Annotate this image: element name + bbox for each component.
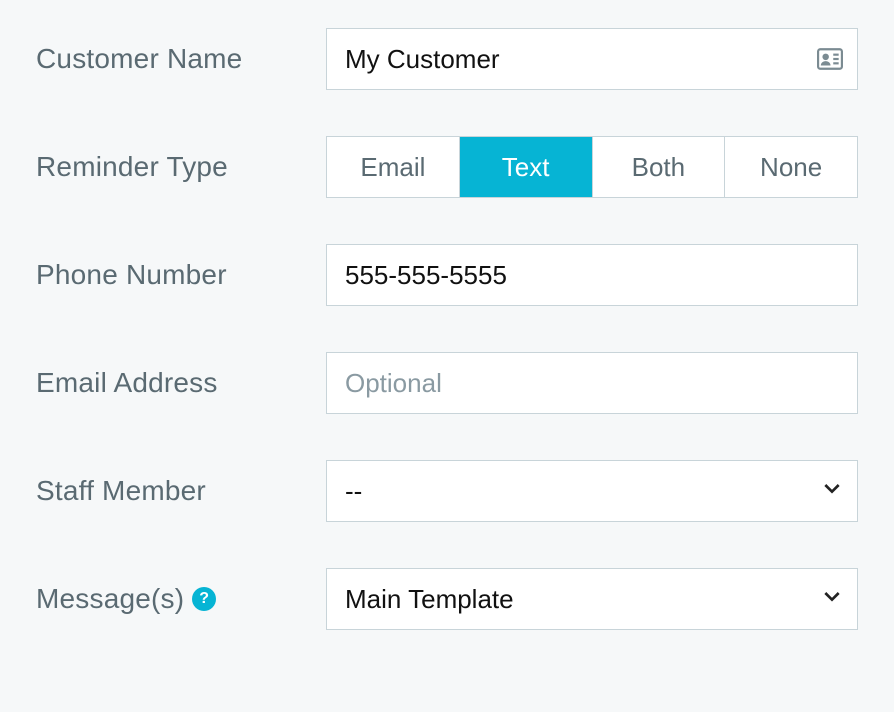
help-icon[interactable]: ? — [192, 587, 216, 611]
row-reminder-type: Reminder Type Email Text Both None — [36, 136, 858, 198]
control-customer-name — [326, 28, 858, 90]
row-email-address: Email Address — [36, 352, 858, 414]
label-messages-text: Message(s) — [36, 583, 184, 615]
label-phone-number: Phone Number — [36, 259, 326, 291]
reminder-type-none-button[interactable]: None — [725, 137, 857, 197]
messages-select[interactable]: Main Template — [326, 568, 858, 630]
reminder-type-text-button[interactable]: Text — [460, 137, 593, 197]
label-reminder-type: Reminder Type — [36, 151, 326, 183]
contact-card-icon[interactable] — [816, 47, 844, 71]
row-staff-member: Staff Member -- — [36, 460, 858, 522]
email-address-input[interactable] — [326, 352, 858, 414]
label-email-address: Email Address — [36, 367, 326, 399]
reminder-type-both-button[interactable]: Both — [593, 137, 726, 197]
phone-number-input[interactable] — [326, 244, 858, 306]
row-customer-name: Customer Name — [36, 28, 858, 90]
control-phone-number — [326, 244, 858, 306]
label-staff-member: Staff Member — [36, 475, 326, 507]
control-staff-member: -- — [326, 460, 858, 522]
form: Customer Name Reminder Type — [0, 0, 894, 686]
control-email-address — [326, 352, 858, 414]
control-reminder-type: Email Text Both None — [326, 136, 858, 198]
reminder-type-group: Email Text Both None — [326, 136, 858, 198]
label-messages: Message(s) ? — [36, 583, 326, 615]
row-messages: Message(s) ? Main Template — [36, 568, 858, 630]
reminder-type-email-button[interactable]: Email — [327, 137, 460, 197]
label-customer-name: Customer Name — [36, 43, 326, 75]
messages-select-wrap: Main Template — [326, 568, 858, 630]
control-messages: Main Template — [326, 568, 858, 630]
staff-member-select-wrap: -- — [326, 460, 858, 522]
customer-name-input-wrap — [326, 28, 858, 90]
staff-member-select[interactable]: -- — [326, 460, 858, 522]
customer-name-input[interactable] — [326, 28, 858, 90]
row-phone-number: Phone Number — [36, 244, 858, 306]
